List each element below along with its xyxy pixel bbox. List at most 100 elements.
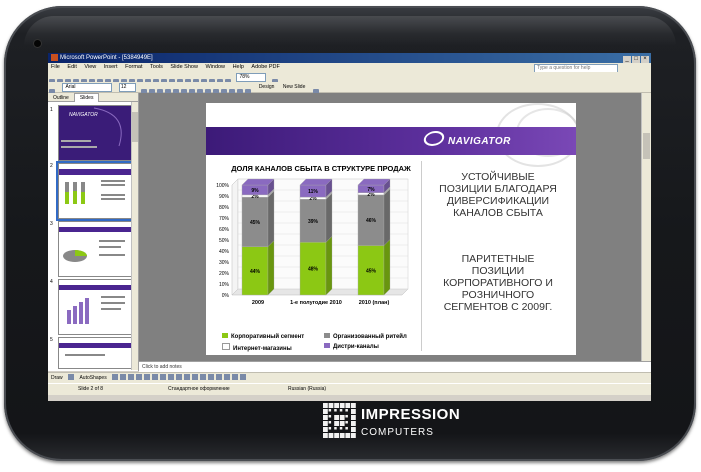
grid-cell bbox=[345, 409, 348, 412]
navigator-logo: NAVIGATOR bbox=[421, 131, 511, 147]
editor-scrollbar[interactable] bbox=[641, 93, 651, 361]
autoshapes-menu[interactable]: AutoShapes bbox=[79, 375, 106, 381]
dash-style-icon[interactable] bbox=[216, 374, 223, 380]
menu-help[interactable]: Help bbox=[233, 64, 244, 70]
menu-adobe-pdf[interactable]: Adobe PDF bbox=[251, 64, 279, 70]
menu-file[interactable]: File bbox=[51, 64, 60, 70]
diagram-icon[interactable] bbox=[160, 374, 167, 380]
line-color-icon[interactable] bbox=[192, 374, 199, 380]
y-tick-label: 20% bbox=[219, 271, 230, 277]
headline-line: УСТОЙЧИВЫЕ bbox=[461, 171, 535, 183]
line-icon[interactable] bbox=[112, 374, 119, 380]
menu-tools[interactable]: Tools bbox=[150, 64, 163, 70]
grid-cell bbox=[328, 433, 334, 438]
slide-thumbnail-2[interactable] bbox=[56, 161, 134, 221]
pane-tabs: Outline Slides bbox=[48, 93, 138, 102]
line-style-icon[interactable] bbox=[208, 374, 215, 380]
headline-2: ПАРИТЕТНЫЕ ПОЗИЦИИ КОРПОРАТИВНОГО И РОЗНИЧН… bbox=[428, 253, 568, 313]
headline-line: ДИВЕРСИФИКАЦИИ bbox=[446, 195, 550, 207]
tab-slides[interactable]: Slides bbox=[73, 93, 100, 102]
headline-line: КАНАЛОВ СБЫТА bbox=[453, 207, 543, 219]
thumbnail-preview: NAVIGATOR bbox=[59, 106, 131, 160]
notes-input[interactable]: Click to add notes bbox=[139, 361, 651, 372]
grid-cell bbox=[328, 415, 332, 418]
grid-cell bbox=[323, 415, 328, 420]
draw-menu[interactable]: Draw bbox=[51, 375, 63, 381]
menu-slide-show[interactable]: Slide Show bbox=[170, 64, 198, 70]
data-label: 45% bbox=[366, 268, 377, 274]
textbox-icon[interactable] bbox=[144, 374, 151, 380]
grid-cell bbox=[345, 403, 351, 408]
menu-edit[interactable]: Edit bbox=[67, 64, 76, 70]
logo-text: NAVIGATOR bbox=[448, 136, 511, 147]
headline-line: ПАРИТЕТНЫЕ bbox=[461, 253, 535, 265]
y-tick-label: 30% bbox=[219, 260, 230, 266]
menu-format[interactable]: Format bbox=[125, 64, 142, 70]
grid-cell bbox=[351, 409, 356, 414]
font-color-icon[interactable] bbox=[200, 374, 207, 380]
menu-insert[interactable]: Insert bbox=[104, 64, 118, 70]
drawing-toolbar: Draw AutoShapes bbox=[48, 372, 651, 383]
grid-cell bbox=[351, 403, 356, 408]
select-objects-icon[interactable] bbox=[68, 374, 75, 380]
x-category-label: 2009 bbox=[252, 300, 264, 306]
minimize-icon[interactable]: _ bbox=[623, 56, 631, 63]
arrow-icon[interactable] bbox=[120, 374, 127, 380]
rectangle-icon[interactable] bbox=[128, 374, 135, 380]
legend-label: Дистри-каналы bbox=[333, 344, 379, 350]
grid-cell bbox=[351, 415, 356, 420]
headline-line: ПОЗИЦИИ БЛАГОДАРЯ bbox=[439, 183, 557, 195]
grid-cell bbox=[351, 433, 356, 438]
bar-segment-side bbox=[267, 190, 275, 247]
font-size-select[interactable]: 12 bbox=[118, 83, 136, 92]
new-slide-button[interactable]: New Slide bbox=[283, 83, 306, 91]
wordart-icon[interactable] bbox=[152, 374, 159, 380]
legend-item: Организованный ритейл bbox=[324, 333, 407, 340]
grid-cell bbox=[323, 433, 328, 438]
bar-segment-side bbox=[383, 188, 391, 246]
picture-icon[interactable] bbox=[176, 374, 183, 380]
thumb-number: 4 bbox=[50, 279, 53, 285]
menu-window[interactable]: Window bbox=[205, 64, 225, 70]
design-button[interactable]: Design bbox=[259, 83, 275, 91]
grid-cell bbox=[345, 427, 348, 430]
fill-color-icon[interactable] bbox=[184, 374, 191, 380]
menu-view[interactable]: View bbox=[84, 64, 96, 70]
grid-cell bbox=[334, 415, 339, 420]
slide-thumbnail-1[interactable]: NAVIGATOR bbox=[58, 105, 132, 161]
maximize-icon[interactable]: □ bbox=[632, 56, 640, 63]
font-select[interactable]: Arial bbox=[62, 83, 113, 92]
grid-cell bbox=[339, 433, 345, 438]
3d-style-icon[interactable] bbox=[240, 374, 247, 380]
oval-icon[interactable] bbox=[136, 374, 143, 380]
thumbnail-preview bbox=[59, 227, 131, 262]
slide-thumbnail-5[interactable] bbox=[58, 337, 132, 369]
headline-1: УСТОЙЧИВЫЕ ПОЗИЦИИ БЛАГОДАРЯ ДИВЕРСИФИКАЦИ… bbox=[428, 171, 568, 219]
chart-side-wall bbox=[231, 178, 239, 296]
status-language: Russian (Russia) bbox=[288, 386, 327, 392]
arrow-style-icon[interactable] bbox=[224, 374, 231, 380]
slide-thumbnail-4[interactable] bbox=[58, 279, 132, 335]
zoom-select[interactable]: 78% bbox=[236, 73, 267, 82]
close-icon[interactable]: × bbox=[641, 56, 649, 63]
bezel-shine bbox=[24, 16, 676, 46]
pane-scrollbar[interactable] bbox=[131, 102, 138, 370]
slide-thumbnail-3[interactable] bbox=[58, 221, 132, 277]
grid-cell bbox=[334, 427, 337, 430]
grid-cell bbox=[323, 409, 328, 414]
shadow-style-icon[interactable] bbox=[232, 374, 239, 380]
x-category-label: 1-е полугодие 2010 bbox=[290, 300, 342, 306]
scroll-thumb[interactable] bbox=[132, 112, 138, 142]
scroll-thumb[interactable] bbox=[643, 133, 650, 159]
legend-swatch bbox=[222, 343, 230, 350]
data-label: 11% bbox=[308, 189, 318, 195]
legend-item: Корпоративный сегмент bbox=[222, 333, 304, 340]
clipart-icon[interactable] bbox=[168, 374, 175, 380]
y-tick-label: 90% bbox=[219, 194, 230, 200]
legend-label: Корпоративный сегмент bbox=[231, 334, 305, 340]
tab-outline[interactable]: Outline bbox=[48, 94, 74, 102]
headline-line: СЕГМЕНТОВ С 2009Г. bbox=[443, 301, 553, 313]
slide-canvas[interactable]: NAVIGATOR ДОЛЯ КАНАЛОВ СБЫТА В СТРУКТУРЕ… bbox=[206, 103, 576, 355]
powerpoint-icon bbox=[51, 54, 58, 61]
data-label: 46% bbox=[366, 218, 377, 224]
